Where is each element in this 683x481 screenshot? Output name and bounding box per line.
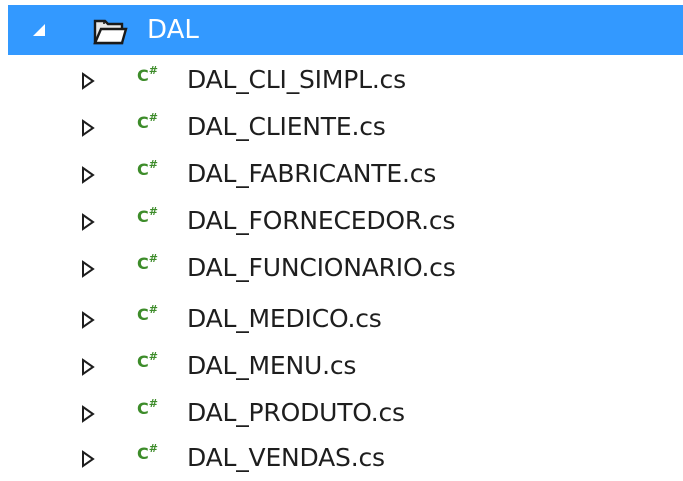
tree-item[interactable]: C# DAL_MEDICO.cs: [0, 296, 683, 342]
tree-item[interactable]: C# DAL_FUNCIONARIO.cs: [0, 245, 683, 291]
tree-item-label: DAL_CLIENTE.cs: [187, 112, 386, 141]
csharp-file-icon: C#: [137, 204, 158, 226]
folder-label: DAL: [147, 15, 199, 45]
expand-arrow-icon[interactable]: [81, 358, 95, 376]
tree-item-label: DAL_MEDICO.cs: [187, 304, 382, 333]
folder-open-icon: [92, 17, 128, 47]
csharp-file-icon: C#: [137, 302, 158, 324]
tree-item[interactable]: C# DAL_FORNECEDOR.cs: [0, 198, 683, 244]
expand-arrow-icon[interactable]: [81, 213, 95, 231]
expand-arrow-icon[interactable]: [81, 72, 95, 90]
csharp-file-icon: C#: [137, 110, 158, 132]
solution-explorer-tree: DAL C# DAL_CLI_SIMPL.cs C# DAL_CLIENTE.c…: [0, 0, 683, 481]
tree-item[interactable]: C# DAL_PRODUTO.cs: [0, 390, 683, 436]
csharp-file-icon: C#: [137, 349, 158, 371]
tree-item[interactable]: C# DAL_CLIENTE.cs: [0, 104, 683, 150]
tree-item-label: DAL_CLI_SIMPL.cs: [187, 65, 406, 94]
tree-item-label: DAL_FORNECEDOR.cs: [187, 206, 456, 235]
expand-arrow-icon[interactable]: [81, 450, 95, 468]
expand-arrow-icon[interactable]: [81, 405, 95, 423]
collapse-arrow-icon[interactable]: [33, 24, 45, 36]
tree-item-label: DAL_FABRICANTE.cs: [187, 159, 437, 188]
tree-item-label: DAL_MENU.cs: [187, 351, 357, 380]
tree-item-label: DAL_FUNCIONARIO.cs: [187, 253, 456, 282]
tree-item-label: DAL_PRODUTO.cs: [187, 398, 405, 427]
csharp-file-icon: C#: [137, 441, 158, 463]
tree-item[interactable]: C# DAL_CLI_SIMPL.cs: [0, 57, 683, 103]
csharp-file-icon: C#: [137, 157, 158, 179]
csharp-file-icon: C#: [137, 63, 158, 85]
expand-arrow-icon[interactable]: [81, 166, 95, 184]
tree-item[interactable]: C# DAL_MENU.cs: [0, 343, 683, 389]
csharp-file-icon: C#: [137, 251, 158, 273]
csharp-file-icon: C#: [137, 396, 158, 418]
tree-folder-dal[interactable]: DAL: [8, 5, 683, 55]
expand-arrow-icon[interactable]: [81, 260, 95, 278]
expand-arrow-icon[interactable]: [81, 119, 95, 137]
tree-item-label: DAL_VENDAS.cs: [187, 443, 385, 472]
expand-arrow-icon[interactable]: [81, 311, 95, 329]
tree-item[interactable]: C# DAL_VENDAS.cs: [0, 435, 683, 481]
tree-item[interactable]: C# DAL_FABRICANTE.cs: [0, 151, 683, 197]
